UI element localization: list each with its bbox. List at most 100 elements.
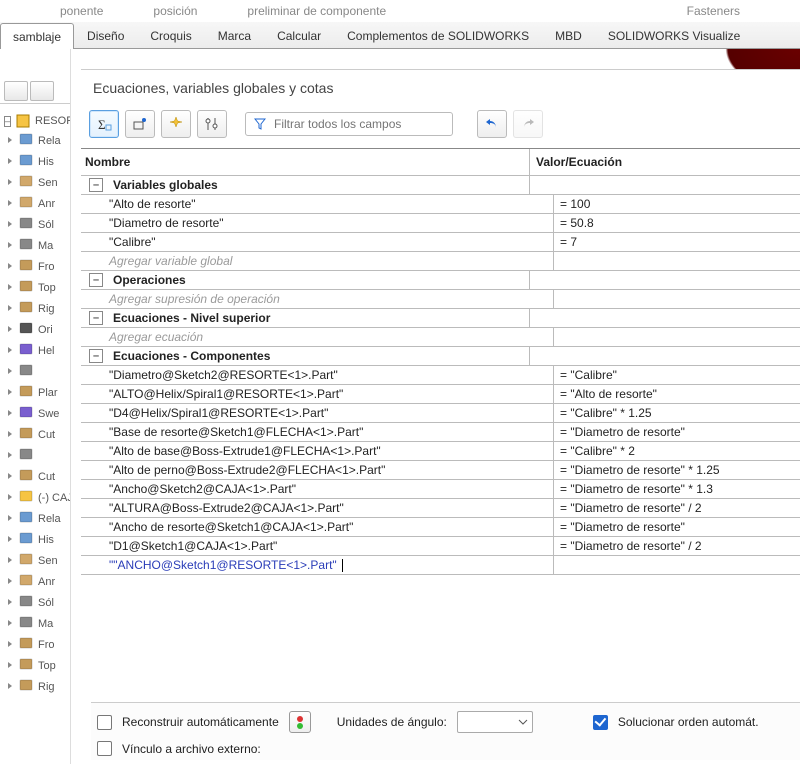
grid-cell-name[interactable]: "Diametro@Sketch2@RESORTE<1>.Part" <box>81 366 554 384</box>
collapse-icon[interactable]: – <box>89 311 103 325</box>
grid-cell-name[interactable]: –Operaciones <box>81 271 530 289</box>
grid-section-row[interactable]: –Variables globales <box>81 176 800 195</box>
expand-icon[interactable] <box>6 303 14 315</box>
rebuild-auto-checkbox[interactable] <box>97 715 112 730</box>
collapse-icon[interactable]: – <box>89 178 103 192</box>
tree-node[interactable]: Rela <box>0 130 70 151</box>
expand-icon[interactable] <box>6 618 14 630</box>
grid-data-row[interactable]: "D4@Helix/Spiral1@RESORTE<1>.Part"= "Cal… <box>81 404 800 423</box>
collapse-icon[interactable]: – <box>89 273 103 287</box>
grid-section-row[interactable]: –Ecuaciones - Nivel superior <box>81 309 800 328</box>
expand-icon[interactable] <box>6 261 14 273</box>
expand-icon[interactable] <box>6 576 14 588</box>
tree-node[interactable]: Fro <box>0 256 70 277</box>
grid-cell-value[interactable]: = "Alto de resorte" <box>554 385 800 403</box>
expand-icon[interactable] <box>6 639 14 651</box>
grid-cell-value[interactable]: = 50.8 <box>554 214 800 232</box>
auto-solve-checkbox[interactable] <box>593 715 608 730</box>
expand-icon[interactable] <box>6 345 14 357</box>
redo-button[interactable] <box>513 110 543 138</box>
grid-cell-value[interactable]: = 7 <box>554 233 800 251</box>
dimension-view-button[interactable] <box>125 110 155 138</box>
tree-node[interactable]: His <box>0 151 70 172</box>
tree-node[interactable] <box>0 445 70 466</box>
tree-root[interactable]: – RESOR <box>0 112 70 130</box>
grid-cell-name[interactable]: "Diametro de resorte" <box>81 214 554 232</box>
expand-icon[interactable] <box>6 513 14 525</box>
tree-node[interactable]: Anr <box>0 193 70 214</box>
angle-units-select[interactable] <box>457 711 533 733</box>
collapse-icon[interactable]: – <box>4 116 11 127</box>
grid-cell-name[interactable]: "Base de resorte@Sketch1@FLECHA<1>.Part" <box>81 423 554 441</box>
grid-data-row[interactable]: "Alto de perno@Boss-Extrude2@FLECHA<1>.P… <box>81 461 800 480</box>
grid-data-row[interactable]: "Ancho de resorte@Sketch1@CAJA<1>.Part"=… <box>81 518 800 537</box>
tree-node[interactable]: Top <box>0 655 70 676</box>
grid-cell-name[interactable]: "D4@Helix/Spiral1@RESORTE<1>.Part" <box>81 404 554 422</box>
ribbon-tab-samblaje[interactable]: samblaje <box>0 23 74 49</box>
config-view-button[interactable] <box>197 110 227 138</box>
expand-icon[interactable] <box>6 324 14 336</box>
expand-icon[interactable] <box>6 366 14 378</box>
grid-cell-value[interactable]: = "Diametro de resorte" / 2 <box>554 499 800 517</box>
grid-cell-value[interactable]: = "Diametro de resorte" <box>554 423 800 441</box>
grid-cell-name[interactable]: "Alto de perno@Boss-Extrude2@FLECHA<1>.P… <box>81 461 554 479</box>
grid-cell-value[interactable] <box>530 176 800 194</box>
grid-cell-value[interactable] <box>554 556 800 574</box>
grid-cell-value[interactable]: = "Calibre" * 2 <box>554 442 800 460</box>
grid-data-row[interactable]: "Ancho@Sketch2@CAJA<1>.Part"= "Diametro … <box>81 480 800 499</box>
tree-node[interactable]: Anr <box>0 571 70 592</box>
grid-cell-name[interactable]: "Calibre" <box>81 233 554 251</box>
tree-node[interactable]: Sól <box>0 214 70 235</box>
grid-data-row[interactable]: Agregar ecuación <box>81 328 800 347</box>
col-name-header[interactable]: Nombre <box>81 149 530 175</box>
link-external-checkbox[interactable] <box>97 741 112 756</box>
grid-data-row[interactable]: "Alto de resorte"= 100 <box>81 195 800 214</box>
tree-node[interactable]: Ma <box>0 235 70 256</box>
grid-data-row[interactable]: ""ANCHO@Sketch1@RESORTE<1>.Part" <box>81 556 800 575</box>
expand-icon[interactable] <box>6 492 14 504</box>
tree-node[interactable]: Plar <box>0 382 70 403</box>
grid-cell-name[interactable]: Agregar supresión de operación <box>81 290 554 308</box>
grid-cell-name[interactable]: "ALTURA@Boss-Extrude2@CAJA<1>.Part" <box>81 499 554 517</box>
tree-tab-2[interactable] <box>30 81 54 101</box>
grid-data-row[interactable]: Agregar supresión de operación <box>81 290 800 309</box>
expand-icon[interactable] <box>6 156 14 168</box>
grid-data-row[interactable]: "Calibre"= 7 <box>81 233 800 252</box>
grid-cell-value[interactable]: = "Diametro de resorte" * 1.3 <box>554 480 800 498</box>
tree-node[interactable]: Rela <box>0 508 70 529</box>
grid-cell-name[interactable]: "D1@Sketch1@CAJA<1>.Part" <box>81 537 554 555</box>
tree-node[interactable] <box>0 361 70 382</box>
tree-node[interactable]: Fro <box>0 634 70 655</box>
grid-data-row[interactable]: "D1@Sketch1@CAJA<1>.Part"= "Diametro de … <box>81 537 800 556</box>
grid-cell-name[interactable]: Agregar ecuación <box>81 328 554 346</box>
expand-icon[interactable] <box>6 555 14 567</box>
grid-cell-value[interactable] <box>530 347 800 365</box>
expand-icon[interactable] <box>6 240 14 252</box>
tree-node[interactable]: Cut <box>0 424 70 445</box>
expand-icon[interactable] <box>6 429 14 441</box>
collapse-icon[interactable]: – <box>89 349 103 363</box>
grid-cell-value[interactable]: = "Calibre" * 1.25 <box>554 404 800 422</box>
grid-cell-value[interactable]: = 100 <box>554 195 800 213</box>
tree-node[interactable]: Top <box>0 277 70 298</box>
grid-cell-name[interactable]: Agregar variable global <box>81 252 554 270</box>
undo-button[interactable] <box>477 110 507 138</box>
expand-icon[interactable] <box>6 534 14 546</box>
col-value-header[interactable]: Valor/Ecuación <box>530 149 800 175</box>
grid-data-row[interactable]: "Base de resorte@Sketch1@FLECHA<1>.Part"… <box>81 423 800 442</box>
grid-cell-name[interactable]: –Ecuaciones - Componentes <box>81 347 530 365</box>
ribbon-tab-diseño[interactable]: Diseño <box>74 22 137 48</box>
grid-data-row[interactable]: "Diametro@Sketch2@RESORTE<1>.Part"= "Cal… <box>81 366 800 385</box>
grid-cell-value[interactable]: = "Diametro de resorte" <box>554 518 800 536</box>
tree-node[interactable]: Cut <box>0 466 70 487</box>
expand-icon[interactable] <box>6 408 14 420</box>
grid-cell-name[interactable]: "Ancho@Sketch2@CAJA<1>.Part" <box>81 480 554 498</box>
grid-section-row[interactable]: –Ecuaciones - Componentes <box>81 347 800 366</box>
grid-cell-value[interactable]: = "Diametro de resorte" / 2 <box>554 537 800 555</box>
tree-node[interactable]: Rig <box>0 676 70 697</box>
grid-cell-value[interactable] <box>530 309 800 327</box>
grid-cell-value[interactable] <box>554 252 800 270</box>
tree-node[interactable]: Sen <box>0 550 70 571</box>
tree-node[interactable]: Sen <box>0 172 70 193</box>
filter-input[interactable] <box>272 116 444 132</box>
